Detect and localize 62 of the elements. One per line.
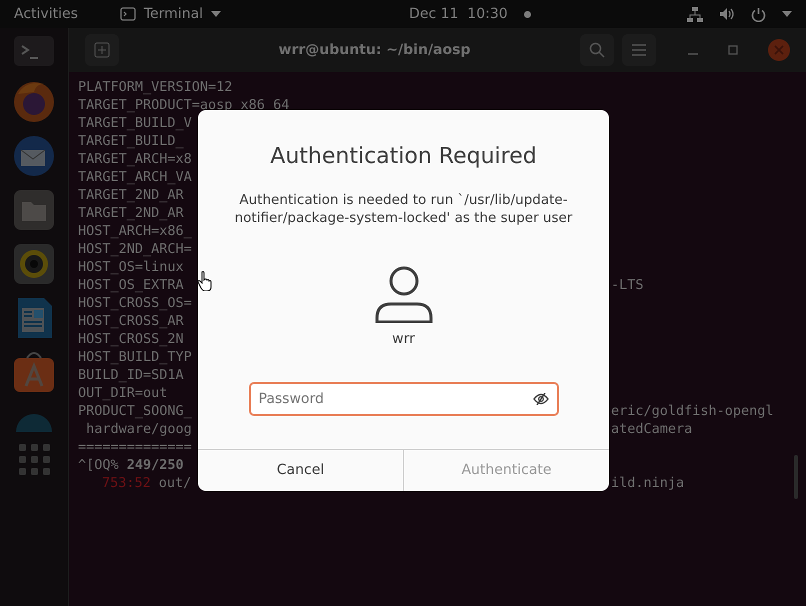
user-name: wrr: [391, 330, 416, 349]
search-button[interactable]: [580, 34, 614, 66]
terminal-icon: [120, 7, 136, 21]
folder-icon[interactable]: [12, 188, 56, 232]
terminal-line: HOST_CROSS_2N: [78, 330, 184, 348]
password-field[interactable]: Password: [248, 382, 558, 416]
terminal-line: atedCamera: [611, 420, 692, 438]
caret-icon: [211, 11, 222, 17]
dialog-message: Authentication is needed to run `/usr/lib/update-notifier/package-system-locked' as the super user: [234, 191, 574, 227]
dialog-title: Authentication Required: [269, 143, 538, 171]
terminal-line: HOST_CROSS_AR: [78, 312, 184, 330]
terminal-line: hardware/goog: [85, 420, 192, 438]
terminal-line: PRODUCT_SOONG_: [78, 402, 192, 420]
terminal-error-time: 753:52: [102, 474, 151, 492]
clock[interactable]: Dec 11 10:30: [409, 4, 508, 24]
network-icon[interactable]: [687, 6, 703, 22]
terminal-line: PLATFORM_VERSION=12: [78, 78, 232, 96]
cancel-button[interactable]: Cancel: [198, 450, 403, 491]
terminal-line: out/: [158, 474, 192, 492]
search-icon: [589, 42, 605, 58]
activities-button[interactable]: Activities: [14, 4, 78, 24]
caret-icon[interactable]: [782, 11, 792, 17]
terminal-line: TARGET_2ND_AR: [78, 204, 184, 222]
terminal-line: OUT_DIR=out: [78, 384, 168, 402]
terminal-line: HOST_OS=linux: [78, 258, 184, 276]
eye-slash-icon[interactable]: [532, 393, 548, 405]
browser-icon[interactable]: [12, 80, 56, 124]
close-icon[interactable]: [768, 39, 790, 61]
terminal-line: HOST_2ND_ARCH=: [78, 240, 192, 258]
terminal-line: TARGET_ARCH_VA: [78, 168, 192, 186]
terminal-line: HOST_OS_EXTRA: [78, 276, 184, 294]
terminal-line: ^[OQ% 249/250: [78, 456, 184, 474]
notification-dot-icon: [524, 10, 531, 18]
plus-icon: [94, 42, 110, 58]
terminal-line: TARGET_2ND_AR: [78, 186, 184, 204]
terminal-line: TARGET_PRODUCT=aosp_x86_64: [78, 96, 290, 114]
user-icon: [374, 265, 432, 323]
terminal-line: eric/goldfish-opengl: [611, 402, 774, 420]
terminal-line: HOST_BUILD_TYP: [78, 348, 192, 366]
app-grid-icon[interactable]: [18, 444, 50, 475]
terminal-line: BUILD_ID=SD1A: [78, 366, 184, 384]
terminal-line: HOST_ARCH=x86_: [78, 222, 192, 240]
terminal-line: TARGET_BUILD_V: [78, 114, 192, 132]
terminal-line: TARGET_ARCH=x8: [78, 150, 192, 168]
app-store-icon[interactable]: [12, 350, 56, 394]
maximize-icon[interactable]: [728, 45, 738, 55]
window-title: wrr@ubuntu: ~/bin/aosp: [278, 40, 472, 60]
mail-icon[interactable]: [12, 134, 56, 178]
terminal-line: ild.ninja: [611, 474, 684, 492]
volume-icon[interactable]: [719, 7, 735, 21]
terminal-icon[interactable]: [12, 36, 56, 68]
scrollbar[interactable]: [794, 455, 798, 499]
new-tab-button[interactable]: [85, 34, 119, 66]
terminal-line: -LTS: [611, 276, 644, 294]
menu-button[interactable]: [622, 34, 656, 66]
power-icon[interactable]: [751, 6, 766, 22]
menu-icon: [632, 44, 646, 56]
speaker-icon[interactable]: [12, 242, 56, 286]
terminal-line: TARGET_BUILD_: [78, 132, 184, 150]
terminal-line: HOST_CROSS_OS=: [78, 294, 192, 312]
app-menu[interactable]: Terminal: [144, 4, 204, 24]
terminal-line: ==============: [78, 438, 192, 456]
